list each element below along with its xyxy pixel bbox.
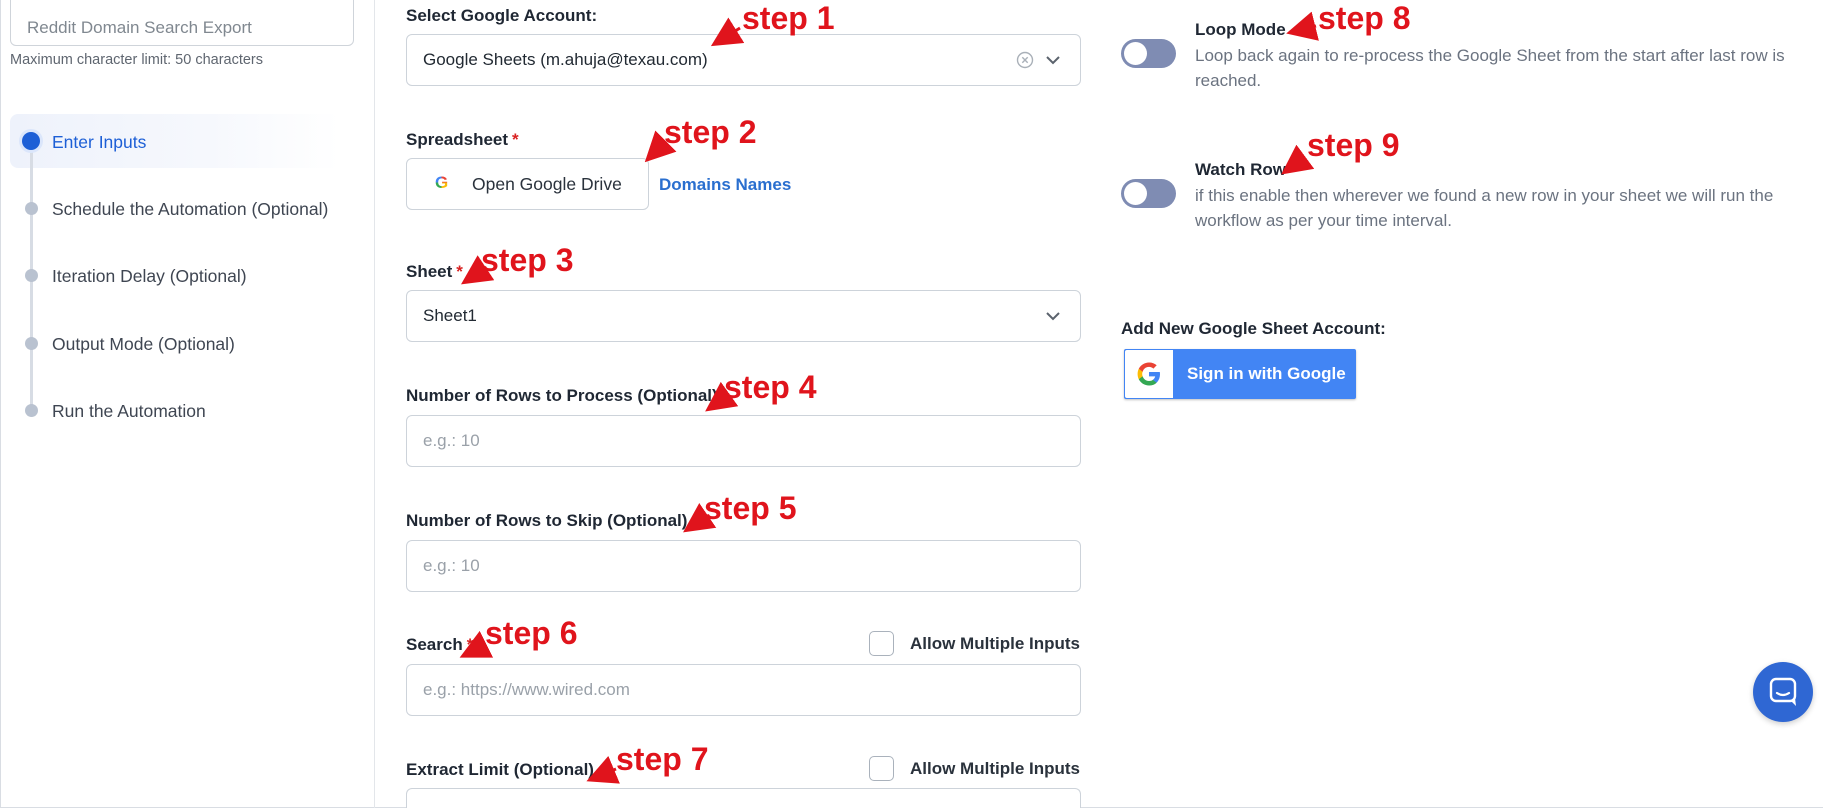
account-label: Select Google Account: [406, 6, 598, 25]
spreadsheet-link[interactable]: Domains Names [659, 175, 791, 195]
annotation-step-6: step 6 [485, 615, 578, 651]
step-dot-active [22, 132, 40, 150]
chat-bubble-icon [1769, 677, 1797, 706]
search-label: Search * [406, 635, 473, 655]
required-mark: * [512, 130, 519, 149]
automation-name-input[interactable] [10, 0, 354, 46]
sheet-select[interactable]: Sheet1 [406, 290, 1081, 342]
toggle-knob [1124, 182, 1147, 205]
add-account-label: Add New Google Sheet Account: [1121, 319, 1386, 338]
google-g-icon: G [435, 173, 448, 193]
step-dot [25, 337, 38, 350]
google-g-icon [1137, 362, 1160, 386]
step-output-mode[interactable]: Output Mode (Optional) [52, 334, 235, 355]
account-select[interactable]: Google Sheets (m.ahuja@texau.com) [406, 34, 1081, 86]
allow-multiple-label: Allow Multiple Inputs [910, 758, 1080, 778]
spreadsheet-label-text: Spreadsheet [406, 130, 509, 149]
annotation-step-4: step 4 [724, 369, 817, 405]
search-allow-multiple: Allow Multiple Inputs [869, 631, 1080, 656]
extract-allow-multiple-checkbox[interactable] [869, 756, 894, 781]
toggle-knob [1124, 42, 1147, 65]
annotation-step-8: step 8 [1318, 0, 1411, 36]
drive-button-label: Open Google Drive [472, 174, 622, 194]
extract-limit-field[interactable] [406, 788, 1081, 808]
google-signin-label: Sign in with Google [1187, 364, 1346, 383]
account-value: Google Sheets (m.ahuja@texau.com) [423, 50, 708, 69]
rows-process-field [406, 415, 1081, 467]
sidebar: Maximum character limit: 50 characters E… [0, 0, 375, 808]
sign-in-with-google-button[interactable]: Sign in with Google [1124, 349, 1356, 399]
step-iteration-delay[interactable]: Iteration Delay (Optional) [52, 266, 247, 287]
required-mark: * [466, 635, 474, 654]
sheet-value: Sheet1 [423, 306, 477, 325]
loop-mode-toggle[interactable] [1121, 39, 1176, 68]
sheet-label-text: Sheet [406, 262, 453, 281]
annotation-step-7: step 7 [616, 741, 709, 777]
step-run[interactable]: Run the Automation [52, 401, 206, 422]
allow-multiple-label: Allow Multiple Inputs [910, 633, 1080, 653]
circle-x-icon[interactable] [1016, 51, 1034, 69]
annotation-step-2: step 2 [664, 114, 757, 150]
google-g-letter: G [435, 173, 449, 192]
chevron-down-icon[interactable] [1042, 49, 1064, 71]
spreadsheet-label: Spreadsheet * [406, 130, 519, 150]
loop-mode-description: Loop back again to re-process the Google… [1195, 46, 1785, 90]
google-logo-box [1125, 350, 1173, 398]
search-input[interactable] [407, 665, 1080, 715]
extract-limit-label: Extract Limit (Optional) [406, 760, 594, 779]
annotation-step-1: step 1 [742, 0, 835, 36]
step-enter-inputs[interactable]: Enter Inputs [52, 132, 146, 153]
watch-row-toggle[interactable] [1121, 179, 1176, 208]
chat-launcher-button[interactable] [1753, 662, 1813, 722]
rows-process-label: Number of Rows to Process (Optional) [406, 386, 718, 405]
annotation-step-3: step 3 [481, 242, 574, 278]
extract-allow-multiple: Allow Multiple Inputs [869, 756, 1080, 781]
rows-skip-field [406, 540, 1081, 592]
required-mark: * [456, 262, 463, 281]
step-dot [25, 404, 38, 417]
step-schedule[interactable]: Schedule the Automation (Optional) [52, 199, 328, 220]
annotation-step-5: step 5 [704, 490, 797, 526]
char-limit-hint: Maximum character limit: 50 characters [10, 52, 264, 68]
search-field [406, 664, 1081, 716]
chevron-down-icon[interactable] [1042, 305, 1064, 327]
step-dot [25, 202, 38, 215]
watch-row-description: if this enable then wherever we found a … [1195, 186, 1774, 230]
watch-row-title: Watch Row [1195, 160, 1286, 179]
rows-process-input[interactable] [407, 416, 1080, 466]
loop-mode-title: Loop Mode [1195, 20, 1286, 39]
search-allow-multiple-checkbox[interactable] [869, 631, 894, 656]
rows-skip-label: Number of Rows to Skip (Optional) [406, 511, 688, 530]
annotation-step-9: step 9 [1307, 127, 1400, 163]
open-google-drive-button[interactable]: G Open Google Drive [406, 158, 649, 210]
search-label-text: Search [406, 635, 463, 654]
rows-skip-input[interactable] [407, 541, 1080, 591]
sheet-label: Sheet * [406, 262, 463, 282]
step-dot [25, 269, 38, 282]
